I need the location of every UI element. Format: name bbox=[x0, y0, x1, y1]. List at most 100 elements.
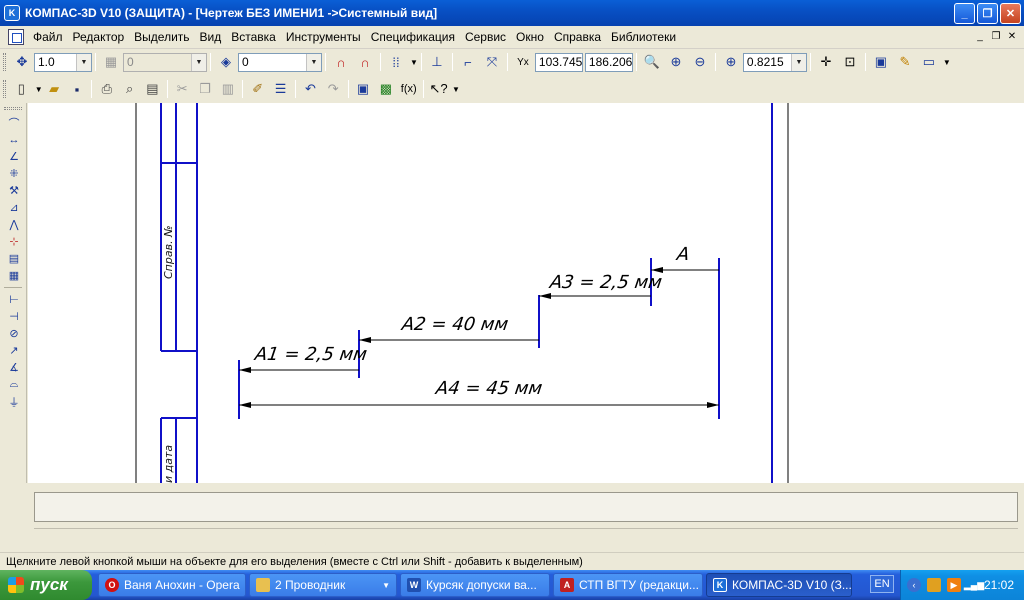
dimension-label-a4[interactable]: A4 = 45 мм bbox=[435, 378, 544, 399]
tray-arrow-icon[interactable]: ‹ bbox=[907, 578, 921, 592]
new-document-icon[interactable]: ▯ bbox=[11, 78, 32, 100]
ortho-mode-icon[interactable]: ⌐ bbox=[457, 51, 479, 73]
edit-icon[interactable]: ⁜ bbox=[4, 165, 24, 182]
line-scale-combo[interactable]: 1.0 ▼ bbox=[34, 52, 92, 72]
local-cs-icon[interactable]: ⊥ bbox=[426, 51, 448, 73]
diameter-dimension-icon[interactable]: ⊘ bbox=[4, 325, 24, 342]
kompas-logo-icon[interactable]: K bbox=[4, 5, 20, 21]
layer-combo[interactable]: 0 ▼ bbox=[123, 52, 207, 72]
designations-icon[interactable]: ∠ bbox=[4, 148, 24, 165]
signal-strength-icon[interactable]: ▂▄▆ bbox=[964, 578, 984, 592]
menu-view[interactable]: Вид bbox=[195, 30, 227, 44]
pan-icon[interactable]: ✛ bbox=[815, 51, 837, 73]
height-dimension-icon[interactable]: ⏚ bbox=[4, 393, 24, 410]
context-help-icon[interactable]: ↖? bbox=[428, 78, 449, 100]
copy-icon[interactable]: ❐ bbox=[195, 78, 216, 100]
close-button[interactable]: ✕ bbox=[1000, 3, 1021, 24]
taskbar-item-kompas[interactable]: K КОМПАС-3D V10 (З... bbox=[706, 573, 852, 597]
undo-icon[interactable]: ↶ bbox=[300, 78, 321, 100]
toolbar-grip[interactable] bbox=[3, 80, 6, 98]
doc-restore-button[interactable]: ❐ bbox=[990, 30, 1002, 42]
angular-dimension-icon[interactable]: ∡ bbox=[4, 359, 24, 376]
toolbar-grip[interactable] bbox=[3, 53, 6, 71]
taskbar-item-pdf[interactable]: A СТП ВГТУ (редакци... bbox=[553, 573, 703, 597]
dimension-chain-icon[interactable]: ⊣ bbox=[4, 308, 24, 325]
zoom-in-icon[interactable]: ⊕ bbox=[665, 51, 687, 73]
copy-properties-icon[interactable]: ✐ bbox=[247, 78, 268, 100]
redo-icon[interactable]: ↷ bbox=[323, 78, 344, 100]
brush-icon[interactable]: ✎ bbox=[894, 51, 916, 73]
step-cursor-icon[interactable]: ✥ bbox=[11, 51, 33, 73]
chevron-down-icon[interactable]: ▼ bbox=[35, 85, 43, 94]
dimension-label-a2[interactable]: A2 = 40 мм bbox=[401, 314, 510, 335]
chevron-down-icon[interactable]: ▼ bbox=[790, 53, 806, 71]
menu-select[interactable]: Выделить bbox=[129, 30, 194, 44]
taskbar-item-word[interactable]: W Курсяк допуски ва... bbox=[400, 573, 550, 597]
parametrization-icon[interactable]: ⚒ bbox=[4, 182, 24, 199]
minimize-button[interactable]: _ bbox=[954, 3, 975, 24]
zoom-combo[interactable]: 0.8215 ▼ bbox=[742, 52, 807, 72]
menu-help[interactable]: Справка bbox=[549, 30, 606, 44]
local-snap-magnet-icon[interactable]: ∩ bbox=[354, 51, 376, 73]
menu-window[interactable]: Окно bbox=[511, 30, 549, 44]
properties-panel-icon[interactable]: ▭ bbox=[918, 51, 940, 73]
toolbar-grip[interactable] bbox=[4, 107, 22, 110]
menu-insert[interactable]: Вставка bbox=[226, 30, 281, 44]
dimension-label-a3[interactable]: A3 = 2,5 мм bbox=[549, 272, 664, 293]
chevron-down-icon[interactable]: ▼ bbox=[76, 53, 91, 71]
doc-minimize-button[interactable]: _ bbox=[974, 30, 986, 42]
doc-close-button[interactable]: ✕ bbox=[1006, 30, 1018, 42]
tray-app-icon[interactable] bbox=[927, 578, 941, 592]
reports-icon[interactable]: ▦ bbox=[4, 267, 24, 284]
document-manager-icon[interactable]: ▤ bbox=[142, 78, 163, 100]
open-folder-icon[interactable]: ▰ bbox=[44, 78, 65, 100]
dimensions-icon[interactable]: ↔ bbox=[4, 131, 24, 148]
properties-icon[interactable]: ☰ bbox=[270, 78, 291, 100]
arc-dimension-icon[interactable]: ⌓ bbox=[4, 376, 24, 393]
linear-dimension-icon[interactable]: ⊢ bbox=[4, 291, 24, 308]
layer-icon[interactable]: ▦ bbox=[100, 51, 122, 73]
chevron-down-icon[interactable]: ▼ bbox=[191, 53, 206, 71]
menu-service[interactable]: Сервис bbox=[460, 30, 511, 44]
zoom-scale-icon[interactable]: ⊕ bbox=[720, 51, 742, 73]
document-icon[interactable] bbox=[8, 29, 24, 45]
radial-dimension-icon[interactable]: ↗ bbox=[4, 342, 24, 359]
library-manager-icon[interactable]: ▩ bbox=[375, 78, 396, 100]
grid-icon[interactable]: ⁞⁞ bbox=[385, 51, 407, 73]
chevron-down-icon[interactable]: ▼ bbox=[382, 581, 390, 590]
menu-tools[interactable]: Инструменты bbox=[281, 30, 366, 44]
show-all-icon[interactable]: ⊡ bbox=[839, 51, 861, 73]
specification-icon[interactable]: ▤ bbox=[4, 250, 24, 267]
language-indicator[interactable]: EN bbox=[870, 575, 894, 593]
zoom-out-icon[interactable]: ⊖ bbox=[689, 51, 711, 73]
select-icon[interactable]: ⋀ bbox=[4, 216, 24, 233]
measure-icon[interactable]: ⊿ bbox=[4, 199, 24, 216]
zoom-window-icon[interactable]: 🔍 bbox=[641, 51, 663, 73]
chevron-down-icon[interactable]: ▼ bbox=[306, 53, 321, 71]
menu-file[interactable]: Файл bbox=[28, 30, 68, 44]
associative-views-icon[interactable]: ⊹ bbox=[4, 233, 24, 250]
taskbar-item-opera[interactable]: O Ваня Анохин - Opera bbox=[98, 573, 246, 597]
taskbar-item-explorer[interactable]: 2 Проводник ▼ bbox=[249, 573, 397, 597]
cursor-x-field[interactable]: 103.745 bbox=[534, 52, 583, 72]
print-icon[interactable]: ⎙ bbox=[96, 78, 117, 100]
geometry-icon[interactable]: ⌒ bbox=[4, 114, 24, 131]
cursor-y-field[interactable]: 186.206 bbox=[584, 52, 633, 72]
cut-icon[interactable]: ✂ bbox=[172, 78, 193, 100]
print-preview-icon[interactable]: ⌕ bbox=[119, 78, 140, 100]
layers-icon[interactable]: ◈ bbox=[215, 51, 237, 73]
dimension-label-a1[interactable]: A1 = 2,5 мм bbox=[254, 344, 369, 365]
save-icon[interactable]: ▪ bbox=[67, 78, 88, 100]
chevron-down-icon[interactable]: ▼ bbox=[410, 58, 418, 67]
chevron-down-icon[interactable]: ▼ bbox=[452, 85, 460, 94]
drawing-svg[interactable] bbox=[28, 103, 1024, 483]
variables-fx-icon[interactable]: f(x) bbox=[398, 78, 419, 100]
menu-specification[interactable]: Спецификация bbox=[366, 30, 460, 44]
drawing-canvas[interactable]: A A3 = 2,5 мм A2 = 40 мм A1 = 2,5 мм A4 … bbox=[28, 103, 1024, 483]
menu-editor[interactable]: Редактор bbox=[68, 30, 130, 44]
tray-media-icon[interactable]: ▶ bbox=[947, 578, 961, 592]
menu-libraries[interactable]: Библиотеки bbox=[606, 30, 681, 44]
maximize-button[interactable]: ❐ bbox=[977, 3, 998, 24]
style-combo[interactable]: 0 ▼ bbox=[238, 52, 322, 72]
manager-icon[interactable]: ▣ bbox=[353, 78, 374, 100]
